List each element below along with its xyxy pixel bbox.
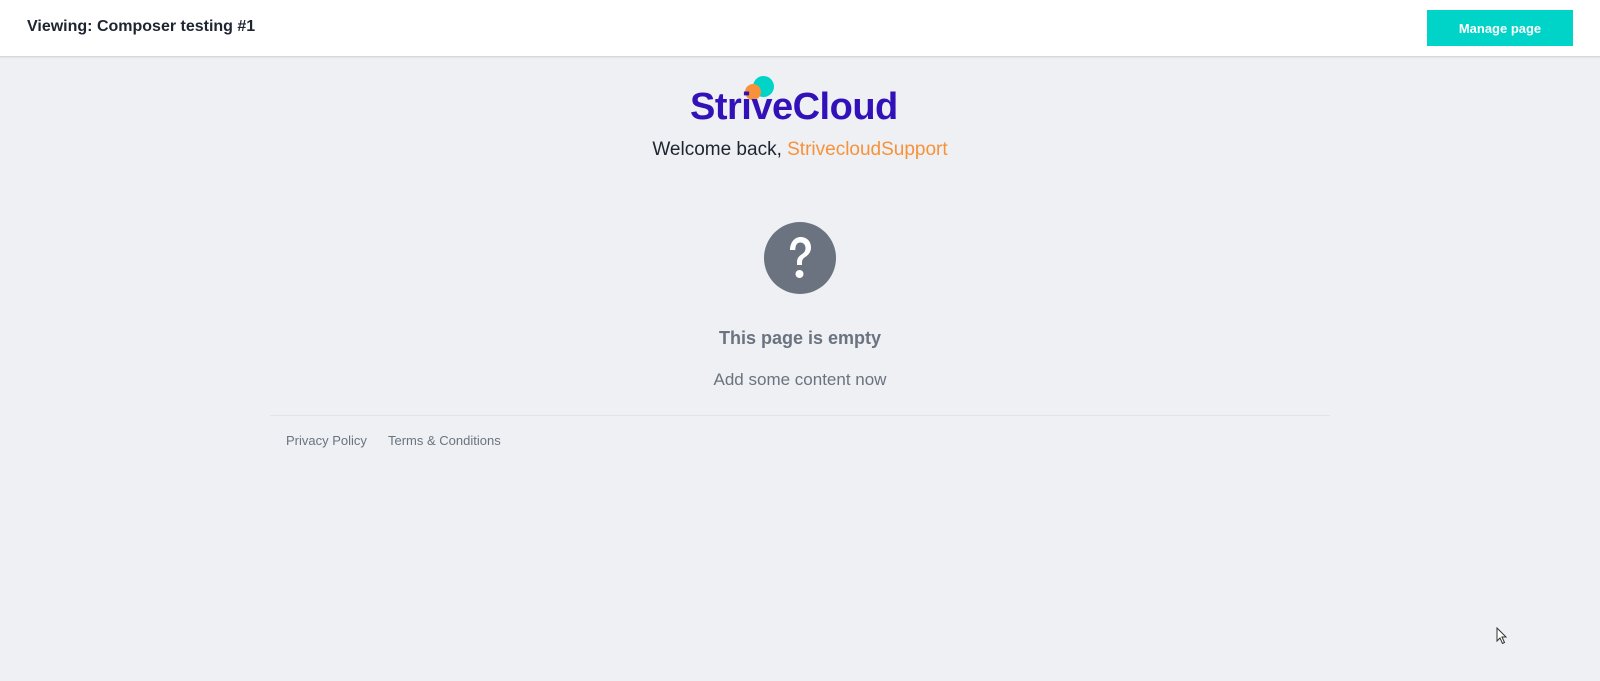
page-title: Viewing: Composer testing #1: [27, 18, 256, 35]
welcome-prefix: Welcome back,: [652, 139, 788, 160]
privacy-policy-link[interactable]: Privacy Policy: [286, 433, 367, 448]
footer-divider: [270, 415, 1330, 416]
empty-state-subtitle: Add some content now: [713, 370, 887, 389]
welcome-username: StrivecloudSupport: [787, 139, 948, 160]
mouse-cursor-icon: [1496, 627, 1508, 645]
manage-page-button[interactable]: Manage page: [1427, 10, 1573, 46]
top-bar: Viewing: Composer testing #1 Manage page: [0, 0, 1600, 57]
logo-text: StriveCloud: [690, 86, 898, 128]
terms-conditions-link[interactable]: Terms & Conditions: [388, 433, 501, 448]
empty-state-title: This page is empty: [718, 328, 882, 348]
strivecloud-logo: StriveCloud: [690, 76, 910, 128]
welcome-message: Welcome back, StrivecloudSupport: [0, 139, 1600, 161]
question-circle-icon: [764, 222, 836, 294]
